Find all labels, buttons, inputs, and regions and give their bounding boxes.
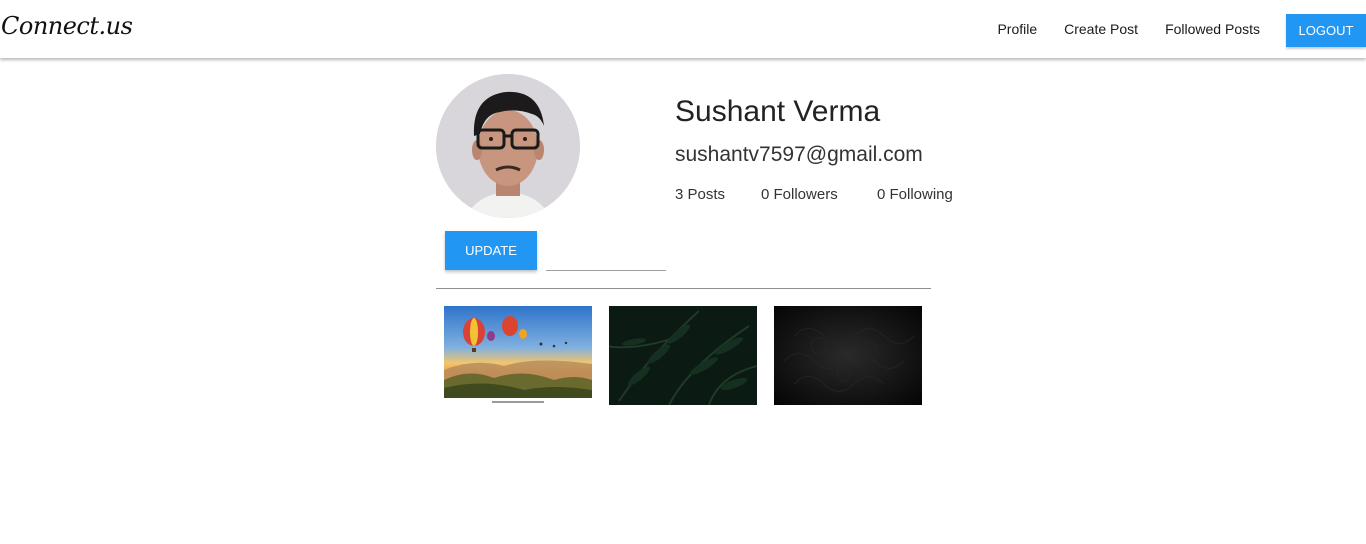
dark-texture-image (774, 306, 922, 405)
following-count: 0 Following (877, 186, 953, 203)
nav-link-create-post[interactable]: Create Post (1064, 21, 1138, 37)
top-navbar: Connect.us Profile Create Post Followed … (0, 0, 1366, 58)
profile-divider (436, 288, 931, 289)
posts-count: 3 Posts (675, 186, 726, 203)
file-path-input[interactable] (546, 247, 666, 271)
hot-air-balloon-landscape-image (444, 306, 592, 405)
nav-link-followed-posts[interactable]: Followed Posts (1165, 21, 1260, 37)
profile-photo-image (436, 74, 580, 218)
nav-links: Profile Create Post Followed Posts (997, 0, 1273, 58)
nav-link-profile[interactable]: Profile (997, 21, 1037, 37)
brand-logo[interactable]: Connect.us (1, 12, 133, 40)
profile-email: sushantv7597@gmail.com (675, 143, 923, 166)
post-thumbnail[interactable] (774, 306, 922, 405)
followers-count: 0 Followers (761, 186, 838, 203)
logout-button[interactable]: LOGOUT (1286, 14, 1366, 47)
post-thumbnail[interactable] (609, 306, 757, 405)
profile-name: Sushant Verma (675, 95, 881, 128)
post-thumbnail[interactable] (444, 306, 592, 405)
dark-fern-leaves-image (609, 306, 757, 405)
update-photo-button[interactable]: UPDATE (445, 231, 537, 270)
avatar (436, 74, 580, 218)
